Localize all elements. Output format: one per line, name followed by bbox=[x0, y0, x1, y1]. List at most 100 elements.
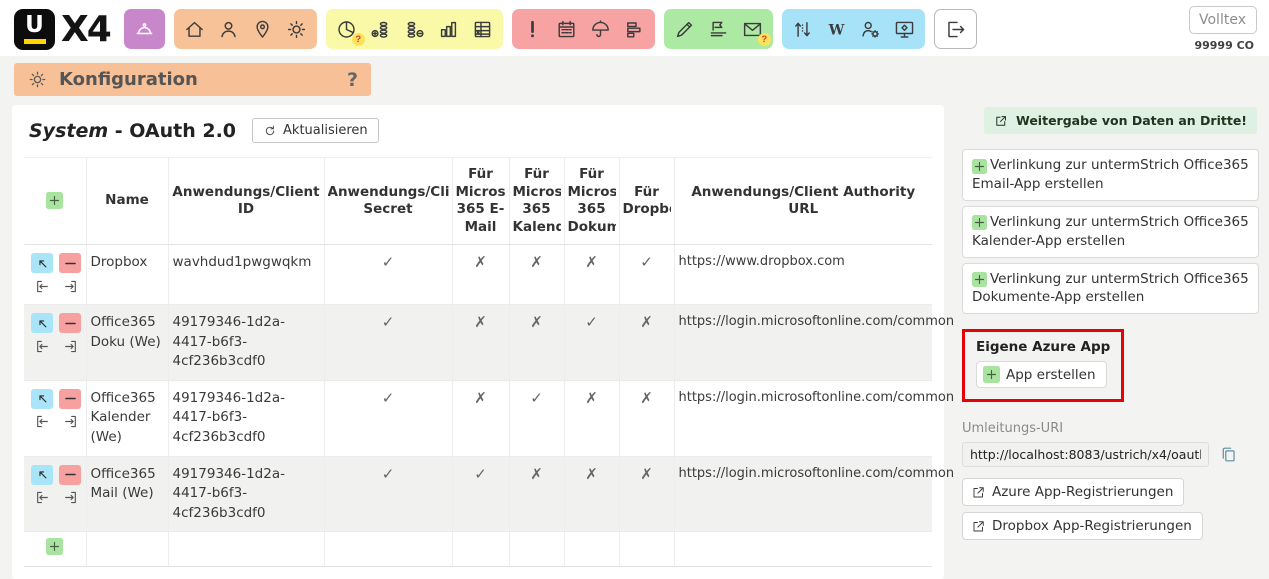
column-header: Für Dropbox bbox=[623, 184, 671, 219]
remove-row-button[interactable] bbox=[59, 465, 81, 485]
select-cursor-button[interactable] bbox=[31, 313, 53, 333]
bar-chart-button[interactable] bbox=[433, 13, 464, 46]
bar-chart-icon bbox=[437, 18, 460, 41]
plus-icon bbox=[983, 366, 1000, 383]
remove-icon bbox=[62, 255, 79, 272]
pencil-button[interactable] bbox=[669, 13, 700, 46]
app-registration-label: Azure App-Registrierungen bbox=[992, 484, 1173, 500]
cell-m365-calendar: ✗ bbox=[509, 456, 564, 532]
table-row: Office365 Mail (We)49179346-1d2a-4417-b6… bbox=[24, 456, 932, 532]
column-header: Für Microsoft 365 Dokumente bbox=[568, 166, 616, 236]
section-title: System - OAuth 2.0 bbox=[29, 120, 236, 142]
row-actions bbox=[24, 380, 86, 456]
exclamation-button[interactable] bbox=[517, 13, 548, 46]
word-button[interactable]: W bbox=[821, 13, 852, 46]
select-cursor-button[interactable] bbox=[31, 253, 53, 273]
envelope-button[interactable]: ? bbox=[737, 13, 768, 46]
umbrella-button[interactable] bbox=[585, 13, 616, 46]
import-icon bbox=[34, 338, 51, 355]
export-button[interactable] bbox=[59, 276, 81, 296]
add-entry-button[interactable] bbox=[46, 192, 63, 209]
select-cursor-icon bbox=[34, 315, 51, 332]
export-button[interactable] bbox=[59, 336, 81, 356]
app-registration-button[interactable]: Dropbox App-Registrierungen bbox=[962, 512, 1203, 540]
form-button[interactable] bbox=[703, 13, 734, 46]
column-header: Anwendungs/Client ID bbox=[172, 184, 321, 219]
export-button[interactable] bbox=[59, 412, 81, 432]
table-header-row: NameAnwendungs/Client IDAnwendungs/Clien… bbox=[24, 158, 932, 245]
spreadsheet-button[interactable] bbox=[467, 13, 498, 46]
azure-section-title: Eigene Azure App bbox=[976, 339, 1110, 355]
home-icon bbox=[183, 18, 206, 41]
pie-chart-button[interactable]: ? bbox=[331, 13, 362, 46]
select-cursor-button[interactable] bbox=[31, 465, 53, 485]
external-link-icon bbox=[971, 519, 986, 534]
redirect-uri-input[interactable] bbox=[962, 442, 1209, 467]
logo-u-icon: U bbox=[14, 9, 55, 50]
create-link-button[interactable]: Verlinkung zur untermStrich Office365 Em… bbox=[962, 149, 1259, 201]
third-party-data-button[interactable]: Weitergabe von Daten an Dritte! bbox=[984, 107, 1257, 134]
refresh-button[interactable]: Aktualisieren bbox=[252, 118, 379, 143]
select-cursor-icon bbox=[34, 255, 51, 272]
add-entry-button[interactable] bbox=[46, 538, 63, 555]
coins-minus-icon bbox=[403, 18, 426, 41]
remove-row-button[interactable] bbox=[59, 313, 81, 333]
map-pin-button[interactable] bbox=[247, 13, 278, 46]
export-icon bbox=[62, 413, 79, 430]
remove-icon bbox=[62, 466, 79, 483]
import-button[interactable] bbox=[31, 276, 53, 296]
cell-client-id: 49179346-1d2a-4417-b6f3-4cf236b3cdf0 bbox=[168, 380, 324, 456]
column-header: Für Microsoft 365 Kalender bbox=[513, 166, 561, 236]
import-icon bbox=[34, 489, 51, 506]
logout-button[interactable] bbox=[940, 13, 971, 46]
export-button[interactable] bbox=[59, 488, 81, 508]
help-button[interactable]: ? bbox=[347, 69, 358, 91]
cell-name: Office365 Mail (We) bbox=[86, 456, 168, 532]
home-button[interactable] bbox=[179, 13, 210, 46]
person-button[interactable] bbox=[213, 13, 244, 46]
gear-button[interactable] bbox=[281, 13, 312, 46]
user-gear-button[interactable] bbox=[855, 13, 886, 46]
coins-minus-button[interactable] bbox=[399, 13, 430, 46]
h-bars-button[interactable] bbox=[619, 13, 650, 46]
top-toolbar: U X4 ??W 99999 CO bbox=[0, 0, 1269, 56]
page-header-bar: Konfiguration ? bbox=[14, 63, 371, 96]
person-icon bbox=[217, 18, 240, 41]
monitor-button[interactable] bbox=[889, 13, 920, 46]
select-cursor-button[interactable] bbox=[31, 389, 53, 409]
cloche-icon bbox=[133, 18, 156, 41]
import-button[interactable] bbox=[31, 412, 53, 432]
app-logo[interactable]: U X4 bbox=[14, 9, 110, 50]
coins-plus-button[interactable] bbox=[365, 13, 396, 46]
create-link-button[interactable]: Verlinkung zur untermStrich Office365 Ka… bbox=[962, 206, 1259, 258]
cell-dropbox: ✗ bbox=[619, 380, 674, 456]
table-row: Office365 Kalender (We)49179346-1d2a-441… bbox=[24, 380, 932, 456]
refresh-icon bbox=[263, 124, 277, 138]
cell-authority-url: https://www.dropbox.com bbox=[674, 245, 932, 305]
cell-secret: ✓ bbox=[324, 245, 452, 305]
create-link-button[interactable]: Verlinkung zur untermStrich Office365 Do… bbox=[962, 263, 1259, 315]
cloche-button[interactable] bbox=[129, 13, 160, 46]
import-button[interactable] bbox=[31, 336, 53, 356]
remove-row-button[interactable] bbox=[59, 253, 81, 273]
table-row: Dropboxwavhdud1pwgwqkm✓✗✗✗✓https://www.d… bbox=[24, 245, 932, 305]
cell-name: Office365 Kalender (We) bbox=[86, 380, 168, 456]
cell-m365-calendar: ✗ bbox=[509, 305, 564, 381]
app-registration-label: Dropbox App-Registrierungen bbox=[992, 518, 1192, 534]
word-icon: W bbox=[825, 18, 848, 41]
gear-icon bbox=[285, 18, 308, 41]
redirect-uri-label: Umleitungs-URI bbox=[962, 421, 1063, 436]
app-registration-button[interactable]: Azure App-Registrierungen bbox=[962, 478, 1184, 506]
copy-button[interactable] bbox=[1219, 445, 1238, 464]
cell-m365-documents: ✗ bbox=[564, 380, 619, 456]
calendar-button[interactable] bbox=[551, 13, 582, 46]
sort-button[interactable] bbox=[787, 13, 818, 46]
cell-secret: ✓ bbox=[324, 456, 452, 532]
import-button[interactable] bbox=[31, 488, 53, 508]
create-app-button[interactable]: App erstellen bbox=[976, 361, 1107, 388]
external-link-icon bbox=[971, 485, 986, 500]
logo-x4-text: X4 bbox=[61, 9, 110, 50]
fulltext-search-input[interactable] bbox=[1189, 6, 1257, 34]
remove-row-button[interactable] bbox=[59, 389, 81, 409]
cell-m365-email: ✗ bbox=[452, 305, 509, 381]
